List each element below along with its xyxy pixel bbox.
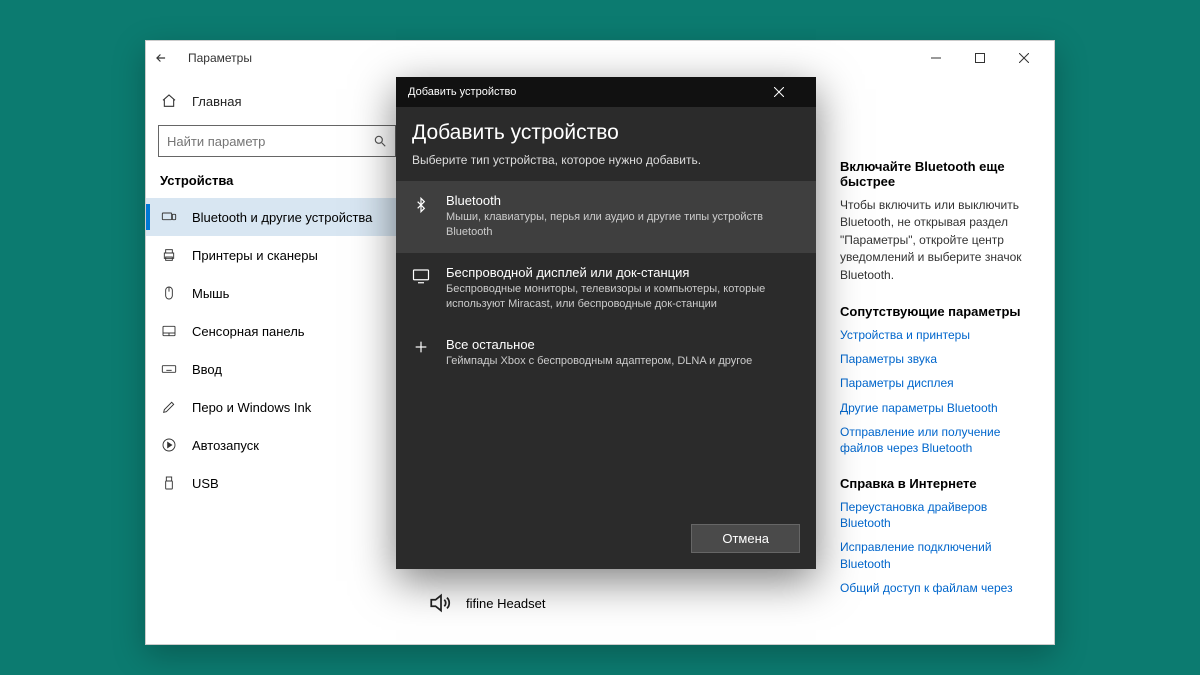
nav-section-title: Устройства xyxy=(146,167,408,198)
related-link[interactable]: Устройства и принтеры xyxy=(840,327,1038,343)
nav-item-printers[interactable]: Принтеры и сканеры xyxy=(146,236,408,274)
related-title: Сопутствующие параметры xyxy=(840,304,1038,319)
help-link[interactable]: Переустановка драйверов Bluetooth xyxy=(840,499,1038,531)
nav-item-label: Bluetooth и другие устройства xyxy=(192,210,372,225)
nav-item-label: USB xyxy=(192,476,219,491)
nav-item-usb[interactable]: USB xyxy=(146,464,408,502)
dialog-heading: Добавить устройство xyxy=(412,121,800,145)
nav-item-label: Принтеры и сканеры xyxy=(192,248,318,263)
nav-item-label: Автозапуск xyxy=(192,438,259,453)
mouse-icon xyxy=(160,285,178,301)
right-column: Включайте Bluetooth еще быстрее Чтобы вк… xyxy=(824,75,1054,644)
nav-item-pen[interactable]: Перо и Windows Ink xyxy=(146,388,408,426)
titlebar: Параметры xyxy=(146,41,1054,75)
tip-title: Включайте Bluetooth еще быстрее xyxy=(840,159,1038,189)
option-title: Bluetooth xyxy=(446,193,802,208)
related-link[interactable]: Отправление или получение файлов через B… xyxy=(840,424,1038,456)
option-everything-else[interactable]: Все остальное Геймпады Xbox с беспроводн… xyxy=(396,325,816,381)
nav-item-label: Сенсорная панель xyxy=(192,324,305,339)
related-link[interactable]: Параметры звука xyxy=(840,351,1038,367)
dialog-titlebar: Добавить устройство xyxy=(396,77,816,107)
add-device-dialog: Добавить устройство Добавить устройство … xyxy=(396,77,816,569)
home-icon xyxy=(160,93,178,109)
dialog-close-button[interactable] xyxy=(774,87,804,97)
devices-icon xyxy=(160,209,178,225)
pen-icon xyxy=(160,399,178,415)
option-desc: Геймпады Xbox с беспроводным адаптером, … xyxy=(446,354,802,369)
nav-item-label: Ввод xyxy=(192,362,222,377)
speaker-icon xyxy=(428,590,454,616)
minimize-button[interactable] xyxy=(914,43,958,73)
nav-home-label: Главная xyxy=(192,94,241,109)
nav-item-label: Перо и Windows Ink xyxy=(192,400,311,415)
help-link[interactable]: Общий доступ к файлам через xyxy=(840,580,1038,596)
maximize-button[interactable] xyxy=(958,43,1002,73)
nav-item-autoplay[interactable]: Автозапуск xyxy=(146,426,408,464)
option-title: Все остальное xyxy=(446,337,802,352)
nav-item-touchpad[interactable]: Сенсорная панель xyxy=(146,312,408,350)
related-link[interactable]: Параметры дисплея xyxy=(840,375,1038,391)
option-desc: Беспроводные мониторы, телевизоры и комп… xyxy=(446,282,802,313)
close-button[interactable] xyxy=(1002,43,1046,73)
search-icon xyxy=(373,134,387,148)
display-icon xyxy=(410,265,432,285)
option-wireless-display[interactable]: Беспроводной дисплей или док-станция Бес… xyxy=(396,253,816,325)
nav-item-mouse[interactable]: Мышь xyxy=(146,274,408,312)
device-row[interactable]: fifine Headset xyxy=(428,590,546,616)
autoplay-icon xyxy=(160,437,178,453)
dialog-subtitle: Выберите тип устройства, которое нужно д… xyxy=(412,153,800,167)
bluetooth-icon xyxy=(410,193,432,215)
dialog-titlebar-text: Добавить устройство xyxy=(408,86,516,98)
help-link[interactable]: Исправление подключений Bluetooth xyxy=(840,539,1038,571)
left-nav: Главная Устройства Bluetooth и другие ус… xyxy=(146,75,408,644)
related-link[interactable]: Другие параметры Bluetooth xyxy=(840,400,1038,416)
nav-item-bluetooth[interactable]: Bluetooth и другие устройства xyxy=(146,198,408,236)
usb-icon xyxy=(160,475,178,491)
keyboard-icon xyxy=(160,361,178,377)
nav-home[interactable]: Главная xyxy=(146,83,408,119)
help-title: Справка в Интернете xyxy=(840,476,1038,491)
nav-item-typing[interactable]: Ввод xyxy=(146,350,408,388)
search-input[interactable] xyxy=(167,134,373,149)
tip-text: Чтобы включить или выключить Bluetooth, … xyxy=(840,197,1038,284)
plus-icon xyxy=(410,337,432,355)
option-desc: Мыши, клавиатуры, перья или аудио и друг… xyxy=(446,210,802,241)
option-title: Беспроводной дисплей или док-станция xyxy=(446,265,802,280)
search-input-container[interactable] xyxy=(158,125,396,157)
option-bluetooth[interactable]: Bluetooth Мыши, клавиатуры, перья или ау… xyxy=(396,181,816,253)
nav-item-label: Мышь xyxy=(192,286,229,301)
device-name: fifine Headset xyxy=(466,596,546,611)
back-button[interactable] xyxy=(154,51,184,65)
app-title: Параметры xyxy=(188,51,252,65)
touchpad-icon xyxy=(160,323,178,339)
printer-icon xyxy=(160,247,178,263)
cancel-button[interactable]: Отмена xyxy=(691,524,800,553)
